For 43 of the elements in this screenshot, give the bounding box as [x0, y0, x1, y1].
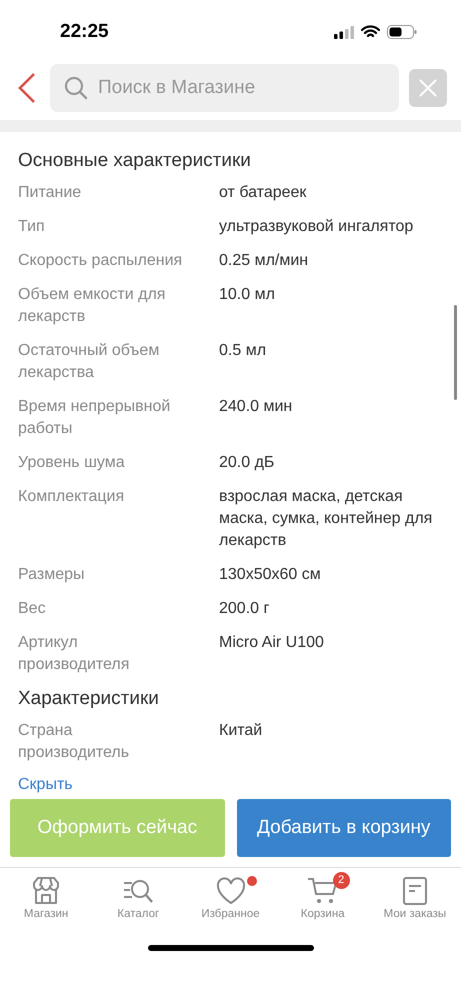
spec-value: 130х50х60 см: [219, 565, 322, 585]
add-to-cart-button[interactable]: Добавить в корзину: [236, 799, 451, 857]
spec-value: от батареек: [219, 183, 308, 203]
spec-label: Остаточный объем лекарства: [18, 341, 160, 383]
spec-value: 200.0 г: [219, 599, 270, 619]
spec-value: 0.25 мл/мин: [219, 251, 310, 271]
tab-bar-item[interactable]: Мои заказы: [368, 876, 461, 925]
spec-value: взрослая маска, детская маска, сумка, контейнер для лекарств: [219, 487, 434, 551]
spec-value: ультразвуковой ингалятор: [219, 217, 414, 237]
spec-label: Размеры: [18, 565, 86, 585]
tab-bar-item[interactable]: Магазин: [0, 876, 92, 925]
signal-icon: [334, 26, 354, 38]
spec-value: 10.0 мл: [219, 285, 276, 305]
spec-label: Вес: [18, 599, 47, 619]
spec-label: Время непрерывной работы: [18, 397, 172, 439]
spec-value: 0.5 мл: [219, 341, 268, 361]
search-field[interactable]: Поиск в Магазине: [50, 64, 399, 112]
cart-icon: [306, 876, 339, 906]
close-icon: [419, 79, 437, 97]
search-icon: [64, 76, 88, 100]
spec-label: Уровень шума: [18, 453, 126, 473]
hide-link[interactable]: Скрыть: [18, 776, 73, 794]
spec-label: Объем емкости для лекарств: [18, 285, 166, 327]
spec-label: Тип: [18, 217, 46, 237]
section-title: Характеристики: [18, 688, 160, 710]
spec-value: 240.0 мин: [219, 397, 294, 417]
count-badge: 2: [332, 872, 350, 889]
section-title: Основные характеристики: [18, 150, 252, 172]
spec-label: Питание: [18, 183, 82, 203]
spec-value: Micro Air U100: [219, 633, 325, 653]
spec-label: Страна производитель: [18, 721, 130, 763]
tab-bar-item[interactable]: Избранное: [184, 876, 277, 925]
spec-value: 20.0 дБ: [219, 453, 276, 473]
battery-icon: [387, 25, 417, 39]
status-time: 22:25: [60, 21, 109, 43]
spec-label: Скорость распыления: [18, 251, 184, 271]
spec-label: Артикул производителя: [18, 633, 130, 675]
tab-bar-item[interactable]: Каталог: [92, 876, 184, 925]
spec-label: Комплектация: [18, 487, 126, 507]
spec-value: Китай: [219, 721, 264, 741]
heart-icon: [214, 876, 246, 906]
notification-dot: [247, 876, 258, 886]
wifi-icon: [361, 25, 380, 39]
